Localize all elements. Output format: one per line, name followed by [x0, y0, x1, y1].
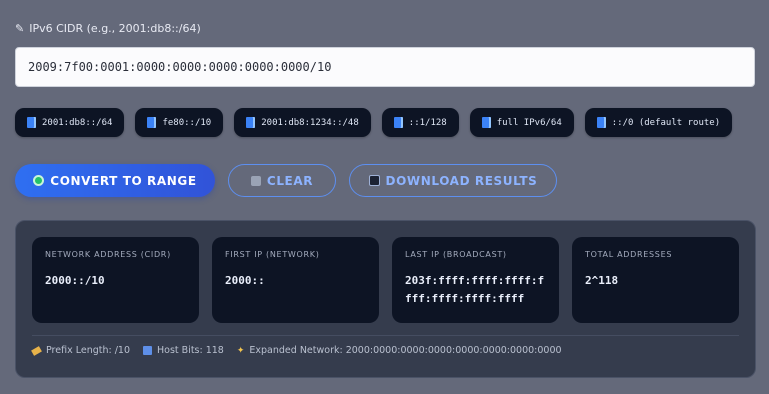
cidr-input[interactable] [15, 47, 755, 87]
card-title: TOTAL ADDRESSES [585, 250, 673, 259]
refresh-icon [33, 175, 45, 186]
numbers-icon [143, 346, 153, 355]
network-address-value: 2000::/10 [45, 274, 105, 287]
preset-2001-db8-1234-48[interactable]: 2001:db8:1234::/48 [234, 108, 371, 137]
preset-list: 2001:db8::/64 fe80::/10 2001:db8:1234::/… [15, 108, 733, 137]
broom-icon [250, 175, 261, 186]
preset-fe80-10[interactable]: fe80::/10 [135, 108, 224, 137]
prefix-length-info: Prefix Length: /10 [31, 345, 131, 356]
book-icon [596, 117, 606, 128]
cidr-field-label: ✎ IPv6 CIDR (e.g., 2001:db8::/64) [15, 22, 201, 35]
book-icon [246, 117, 256, 128]
results-footer: Prefix Length: /10 Host Bits: 118 ✦ Expa… [31, 345, 562, 356]
divider [32, 335, 739, 336]
total-addresses-card: TOTAL ADDRESSES 2^118 [572, 237, 739, 323]
preset-label: 2001:db8:1234::/48 [261, 117, 359, 128]
preset-loopback-128[interactable]: ::1/128 [381, 108, 459, 137]
card-title: LAST IP (BROADCAST) [405, 250, 507, 259]
total-addresses-value: 2^118 [585, 274, 619, 287]
results-panel: NETWORK ADDRESS (CIDR) 2000::/10 FIRST I… [15, 220, 756, 378]
preset-default-route[interactable]: ::/0 (default route) [584, 108, 733, 137]
book-icon [393, 117, 403, 128]
action-buttons: CONVERT TO RANGE CLEAR DOWNLOAD RESULTS [15, 164, 557, 197]
first-ip-card: FIRST IP (NETWORK) 2000:: [212, 237, 379, 323]
convert-button[interactable]: CONVERT TO RANGE [15, 164, 215, 197]
book-icon [481, 117, 491, 128]
prefix-length-text: Prefix Length: /10 [46, 345, 131, 356]
book-icon [147, 117, 157, 128]
preset-label: 2001:db8::/64 [42, 117, 113, 128]
book-icon [27, 117, 36, 128]
first-ip-value: 2000:: [225, 274, 265, 287]
ruler-icon [31, 345, 42, 356]
sparkles-icon: ✦ [236, 345, 245, 356]
preset-label: ::/0 (default route) [611, 117, 721, 128]
expanded-network-text: Expanded Network: 2000:0000:0000:0000:00… [249, 345, 562, 356]
clear-label: CLEAR [266, 173, 314, 188]
cidr-label-text: IPv6 CIDR (e.g., 2001:db8::/64) [29, 22, 201, 35]
clear-button[interactable]: CLEAR [228, 164, 336, 197]
download-label: DOWNLOAD RESULTS [385, 173, 538, 188]
preset-2001-db8-64[interactable]: 2001:db8::/64 [15, 108, 125, 137]
preset-label: fe80::/10 [162, 117, 212, 128]
expanded-network-info: ✦ Expanded Network: 2000:0000:0000:0000:… [237, 345, 562, 356]
host-bits-text: Host Bits: 118 [157, 345, 224, 356]
host-bits-info: Host Bits: 118 [143, 345, 224, 356]
network-address-card: NETWORK ADDRESS (CIDR) 2000::/10 [32, 237, 199, 323]
last-ip-value: 203f:ffff:ffff:ffff:ffff:ffff:ffff:ffff [405, 274, 545, 305]
card-title: NETWORK ADDRESS (CIDR) [45, 250, 171, 259]
preset-full-ipv6-64[interactable]: full IPv6/64 [469, 108, 574, 137]
floppy-disk-icon [368, 175, 380, 186]
pencil-icon: ✎ [15, 22, 25, 35]
convert-label: CONVERT TO RANGE [50, 173, 197, 188]
last-ip-card: LAST IP (BROADCAST) 203f:ffff:ffff:ffff:… [392, 237, 559, 323]
download-button[interactable]: DOWNLOAD RESULTS [349, 164, 557, 197]
preset-label: ::1/128 [408, 117, 447, 128]
preset-label: full IPv6/64 [496, 117, 562, 128]
card-title: FIRST IP (NETWORK) [225, 250, 320, 259]
